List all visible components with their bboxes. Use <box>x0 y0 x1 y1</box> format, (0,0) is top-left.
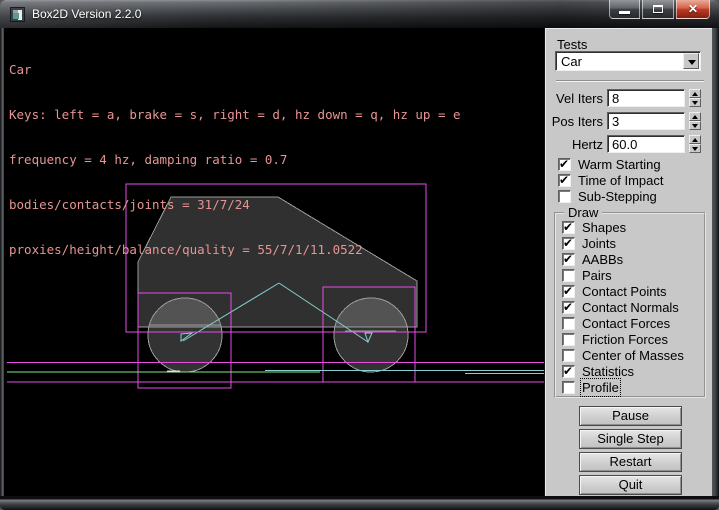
pos-iters-stepper <box>689 112 701 130</box>
checkbox-icon[interactable] <box>562 333 575 346</box>
checkbox-label[interactable]: Contact Points <box>582 284 667 299</box>
checkbox-label[interactable]: Contact Forces <box>582 316 670 331</box>
pos-iters-input[interactable]: 3 <box>607 112 685 130</box>
checkbox-icon[interactable] <box>562 349 575 362</box>
box2d-window: Box2D Version 2.2.0 ✕ <box>0 0 719 510</box>
checkbox-icon[interactable] <box>558 190 571 203</box>
maximize-button[interactable] <box>642 0 674 19</box>
minimize-icon <box>619 11 630 14</box>
close-icon: ✕ <box>688 1 698 18</box>
pos-iters-label: Pos Iters <box>546 114 603 129</box>
restart-button[interactable]: Restart <box>579 452 682 472</box>
checkbox-statistics[interactable]: Statistics <box>562 364 634 379</box>
checkbox-label[interactable]: Time of Impact <box>578 173 663 188</box>
spinner-up-icon[interactable] <box>689 89 701 98</box>
chevron-down-icon <box>688 60 696 65</box>
vel-iters-label: Vel Iters <box>546 91 603 106</box>
checkbox-icon[interactable] <box>562 269 575 282</box>
checkbox-label[interactable]: Joints <box>582 236 616 251</box>
control-panel: Tests Car Vel Iters 8 Pos Iters 3 He <box>545 28 712 497</box>
checkbox-label[interactable]: Contact Normals <box>582 300 679 315</box>
checkbox-warm-starting[interactable]: Warm Starting <box>558 157 661 172</box>
checkbox-profile[interactable]: Profile <box>562 380 619 395</box>
window-border-left <box>0 28 4 498</box>
checkbox-aabbs[interactable]: AABBs <box>562 252 623 267</box>
pause-button[interactable]: Pause <box>579 406 682 426</box>
quit-button[interactable]: Quit <box>579 475 682 495</box>
window-title: Box2D Version 2.2.0 <box>32 7 141 21</box>
checkbox-icon[interactable] <box>558 174 571 187</box>
checkbox-label[interactable]: Pairs <box>582 268 612 283</box>
app-icon-detail <box>13 13 19 19</box>
checkbox-icon[interactable] <box>562 285 575 298</box>
spinner-up-icon[interactable] <box>689 112 701 121</box>
vel-iters-input[interactable]: 8 <box>607 89 685 107</box>
maximize-icon <box>653 5 663 13</box>
checkbox-icon[interactable] <box>562 317 575 330</box>
tests-dropdown-button[interactable] <box>683 53 699 69</box>
tests-label: Tests <box>557 37 587 52</box>
close-button[interactable]: ✕ <box>676 0 710 19</box>
checkbox-center-of-masses[interactable]: Center of Masses <box>562 348 684 363</box>
spinner-down-icon[interactable] <box>689 98 701 107</box>
checkbox-shapes[interactable]: Shapes <box>562 220 626 235</box>
tests-dropdown[interactable]: Car <box>555 51 701 71</box>
hud-line-quality: proxies/height/balance/quality = 55/7/1/… <box>9 242 461 257</box>
rear-wheel <box>148 298 222 372</box>
checkbox-icon[interactable] <box>562 301 575 314</box>
window-controls: ✕ <box>609 0 710 19</box>
checkbox-label[interactable]: Sub-Stepping <box>578 189 657 204</box>
checkbox-contact-points[interactable]: Contact Points <box>562 284 667 299</box>
vel-iters-row: Vel Iters 8 <box>546 89 713 107</box>
hud-text: Car Keys: left = a, brake = s, right = d… <box>9 32 461 287</box>
minimize-button[interactable] <box>609 0 640 19</box>
checkbox-icon[interactable] <box>562 221 575 234</box>
app-icon <box>10 7 25 22</box>
tests-dropdown-value: Car <box>561 54 582 69</box>
checkbox-label[interactable]: Center of Masses <box>582 348 684 363</box>
spinner-up-icon[interactable] <box>689 135 701 144</box>
hertz-label: Hertz <box>546 137 603 152</box>
window-border-right <box>712 28 719 498</box>
separator <box>556 80 704 82</box>
checkbox-time-of-impact[interactable]: Time of Impact <box>558 173 663 188</box>
spinner-down-icon[interactable] <box>689 121 701 130</box>
checkbox-friction-forces[interactable]: Friction Forces <box>562 332 668 347</box>
checkbox-contact-forces[interactable]: Contact Forces <box>562 316 670 331</box>
simulation-canvas[interactable]: Car Keys: left = a, brake = s, right = d… <box>4 28 544 504</box>
checkbox-pairs[interactable]: Pairs <box>562 268 612 283</box>
checkbox-label[interactable]: Profile <box>582 380 619 395</box>
draw-group-legend: Draw <box>564 205 602 220</box>
checkbox-label[interactable]: Warm Starting <box>578 157 661 172</box>
checkbox-label[interactable]: Shapes <box>582 220 626 235</box>
vel-iters-stepper <box>689 89 701 107</box>
checkbox-icon[interactable] <box>562 381 575 394</box>
checkbox-joints[interactable]: Joints <box>562 236 616 251</box>
hertz-stepper <box>689 135 701 153</box>
hud-line-frequency: frequency = 4 hz, damping ratio = 0.7 <box>9 152 461 167</box>
window-border-bottom <box>0 496 719 510</box>
pos-iters-row: Pos Iters 3 <box>546 112 713 130</box>
checkbox-contact-normals[interactable]: Contact Normals <box>562 300 679 315</box>
hertz-input[interactable]: 60.0 <box>607 135 685 153</box>
checkbox-icon[interactable] <box>558 158 571 171</box>
spinner-down-icon[interactable] <box>689 144 701 153</box>
hertz-row: Hertz 60.0 <box>546 135 713 153</box>
checkbox-sub-stepping[interactable]: Sub-Stepping <box>558 189 657 204</box>
single-step-button[interactable]: Single Step <box>579 429 682 449</box>
checkbox-label[interactable]: Friction Forces <box>582 332 668 347</box>
checkbox-label[interactable]: Statistics <box>582 364 634 379</box>
hud-line-test-name: Car <box>9 62 461 77</box>
checkbox-icon[interactable] <box>562 253 575 266</box>
checkbox-icon[interactable] <box>562 365 575 378</box>
hud-line-keys: Keys: left = a, brake = s, right = d, hz… <box>9 107 461 122</box>
checkbox-label[interactable]: AABBs <box>582 252 623 267</box>
checkbox-icon[interactable] <box>562 237 575 250</box>
hud-line-stats: bodies/contacts/joints = 31/7/24 <box>9 197 461 212</box>
